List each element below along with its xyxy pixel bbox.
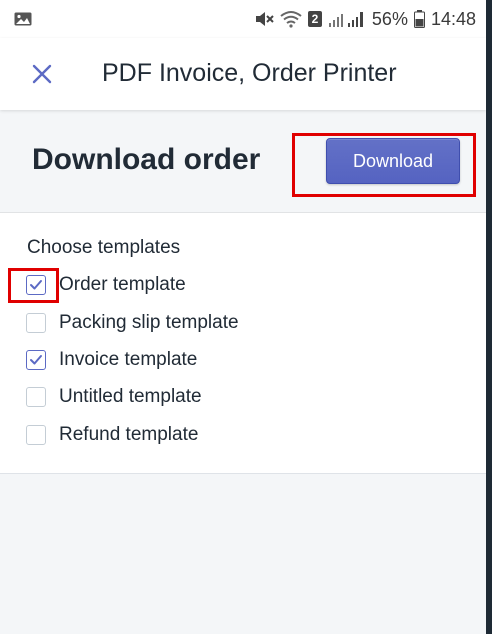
download-order-section: Download order Download (0, 112, 486, 212)
template-label: Order template (59, 274, 186, 295)
checkbox-highlight-box (8, 268, 59, 303)
template-label: Untitled template (59, 386, 202, 407)
checkbox-unchecked[interactable] (26, 425, 46, 445)
app-header: PDF Invoice, Order Printer (0, 38, 486, 110)
template-option-packing-slip[interactable]: Packing slip template (26, 308, 239, 338)
template-option-untitled[interactable]: Untitled template (26, 382, 202, 412)
template-label: Packing slip template (59, 312, 239, 333)
status-bar: 2 56% 14:48 (0, 0, 486, 38)
app-screen: 2 56% 14:48 PDF Invoice, Order Printer D… (0, 0, 486, 634)
mute-icon (254, 10, 274, 28)
close-icon[interactable] (28, 60, 56, 88)
checkbox-unchecked[interactable] (26, 387, 46, 407)
download-button[interactable]: Download (326, 138, 460, 184)
templates-section: Choose templates Order template Packing … (0, 212, 486, 474)
signal-icon (328, 10, 366, 28)
app-title: PDF Invoice, Order Printer (102, 59, 397, 87)
template-option-refund[interactable]: Refund template (26, 420, 198, 450)
sim-badge: 2 (307, 11, 322, 27)
wifi-icon (280, 10, 302, 28)
checkbox-checked[interactable] (26, 350, 46, 370)
template-label: Invoice template (59, 349, 198, 370)
template-label: Refund template (59, 424, 199, 445)
battery-icon (413, 10, 425, 28)
checkmark-icon (30, 355, 42, 365)
clock: 14:48 (430, 9, 476, 29)
battery-percent: 56% (371, 9, 408, 29)
page-title: Download order (32, 143, 261, 176)
checkbox-unchecked[interactable] (26, 313, 46, 333)
image-icon (14, 10, 32, 26)
status-icons: 2 56% 14:48 (254, 9, 476, 29)
choose-templates-label: Choose templates (27, 237, 181, 258)
template-option-invoice[interactable]: Invoice template (26, 345, 197, 375)
